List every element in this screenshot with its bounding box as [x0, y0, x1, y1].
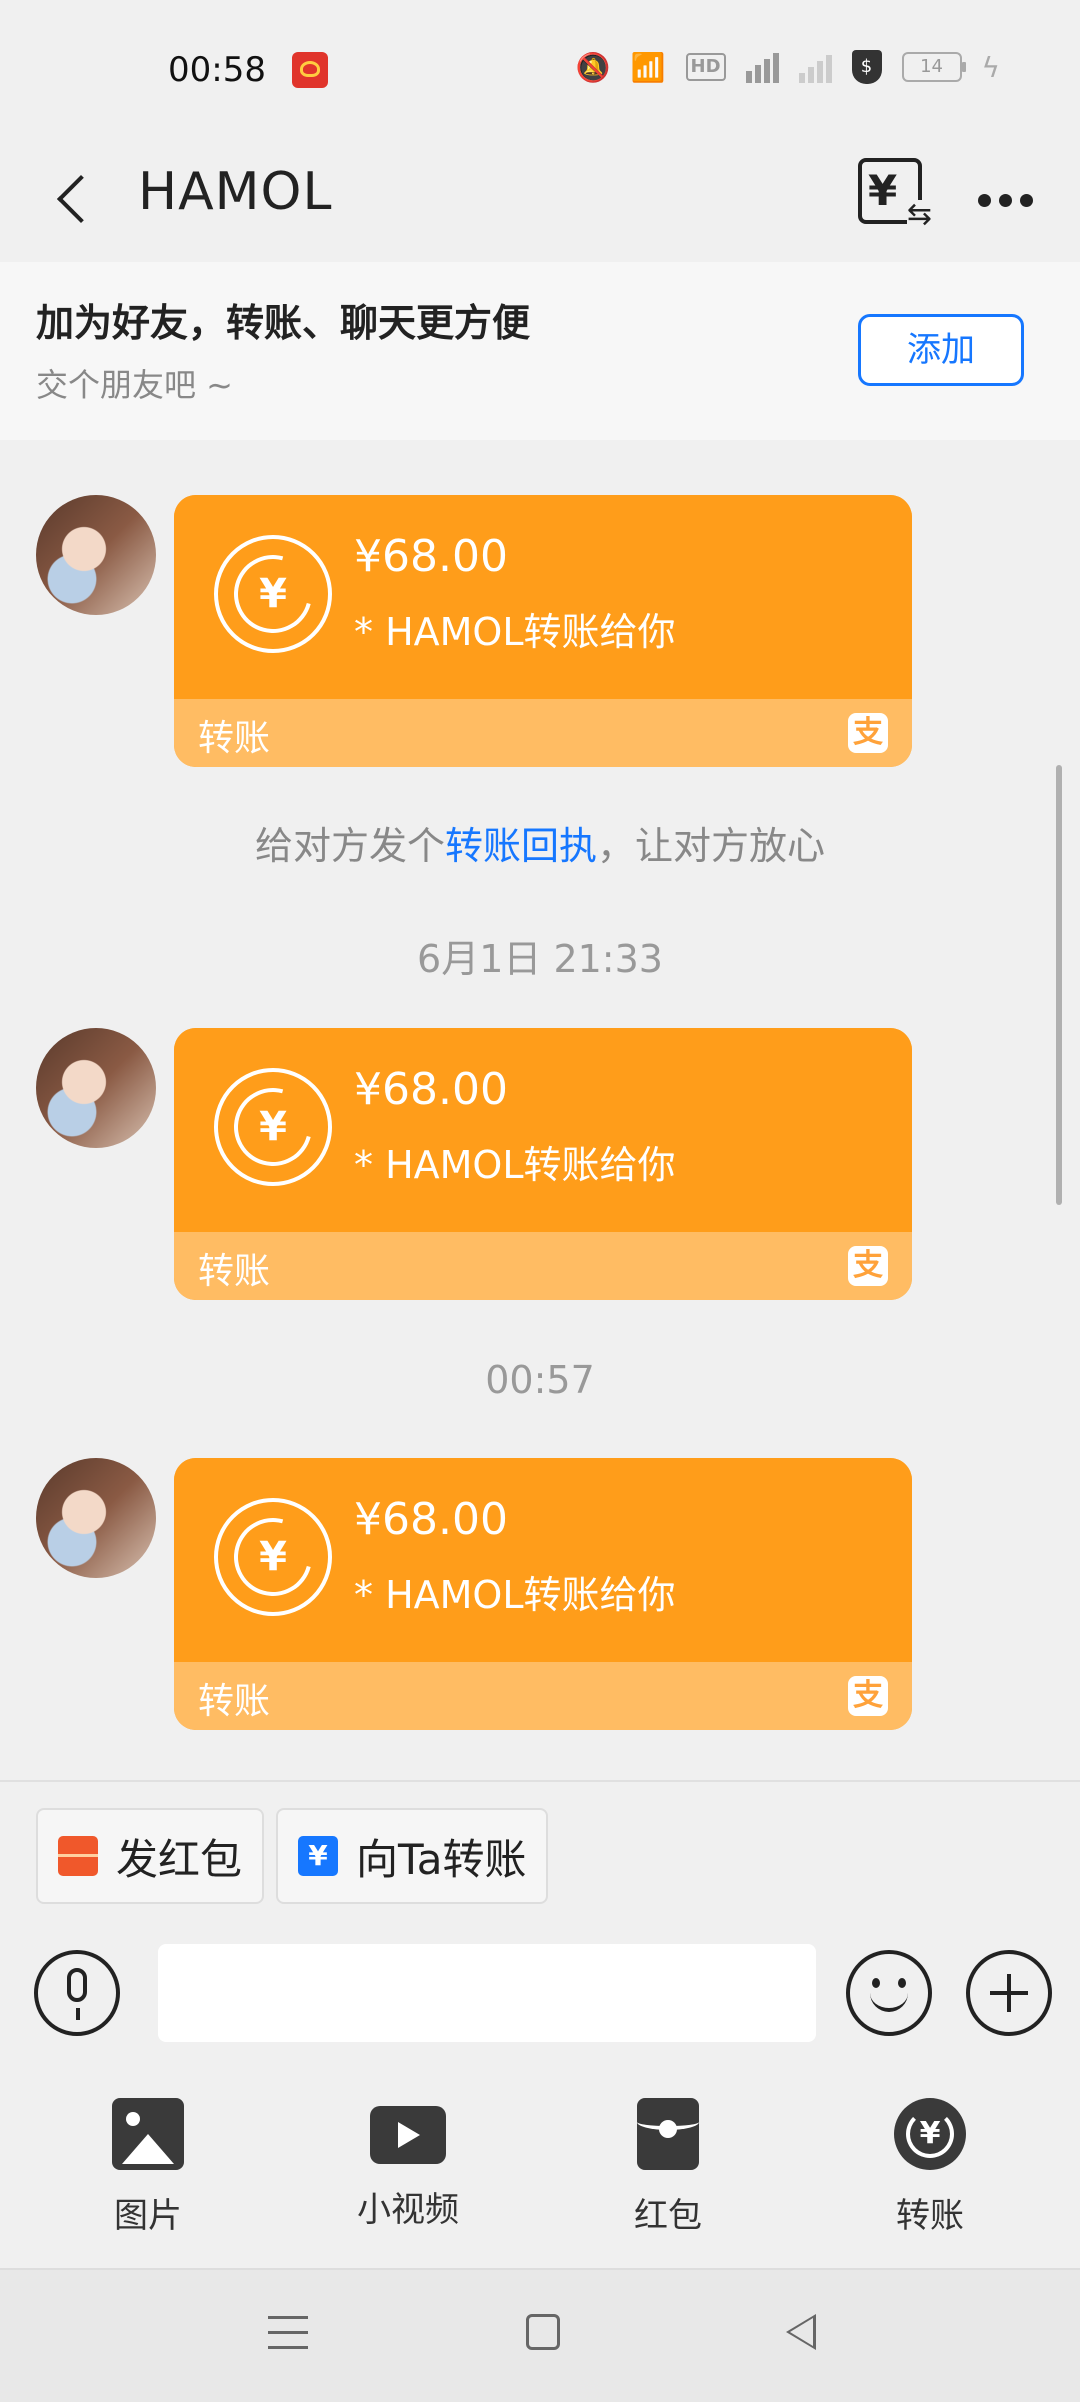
quick-actions: 发红包 ¥ 向Ta转账	[0, 1780, 1080, 1930]
receipt-hint: 给对方发个转账回执，让对方放心	[254, 824, 826, 868]
voice-input-button[interactable]	[34, 1950, 120, 2036]
wifi-icon: 📶	[630, 50, 666, 84]
alipay-icon: 支	[848, 713, 888, 753]
banner-subtitle: 交个朋友吧 ~	[36, 366, 233, 404]
tool-red-packet[interactable]: 红包	[578, 2098, 758, 2237]
tool-transfer[interactable]: 转账	[840, 2098, 1020, 2237]
security-shield-icon: $	[851, 50, 882, 84]
transfer-to-ta-button[interactable]: ¥ 向Ta转账	[276, 1808, 549, 1904]
add-friend-button[interactable]: 添加	[858, 314, 1024, 386]
red-packet-icon	[58, 1836, 98, 1876]
alipay-icon: 支	[848, 1676, 888, 1716]
transfer-icon: ¥	[214, 1498, 332, 1616]
system-icons: 🔕 📶 HD $ 14 ϟ	[576, 50, 1000, 84]
more-tools-button[interactable]	[966, 1950, 1052, 2036]
transfer-card[interactable]: ¥ ¥68.00 * HAMOL转账给你 转账 支	[174, 495, 912, 767]
input-row	[0, 1928, 1080, 2058]
system-back-button[interactable]	[786, 2314, 816, 2350]
tool-short-video[interactable]: 小视频	[318, 2098, 498, 2231]
signal-5g-icon	[745, 51, 779, 83]
signal-icon	[798, 51, 832, 83]
emoji-button[interactable]	[846, 1950, 932, 2036]
more-options-button[interactable]	[978, 180, 1038, 220]
video-icon	[370, 2106, 446, 2164]
red-packet-icon	[637, 2098, 699, 2170]
transfer-card[interactable]: ¥ ¥68.00 * HAMOL转账给你 转账 支	[174, 1028, 912, 1300]
transfer-icon	[894, 2098, 966, 2170]
alipay-icon: 支	[848, 1246, 888, 1286]
avatar[interactable]	[36, 1028, 156, 1148]
mute-icon: 🔕	[575, 50, 611, 84]
back-button[interactable]	[40, 160, 110, 240]
currency-exchange-button[interactable]: ¥	[858, 158, 932, 230]
home-button[interactable]	[526, 2314, 560, 2350]
status-bar: 00:58 🔕 📶 HD $ 14 ϟ	[0, 0, 1080, 140]
transfer-icon: ¥	[214, 1068, 332, 1186]
status-time: 00:58	[168, 50, 266, 90]
add-friend-banner: 加为好友，转账、聊天更方便 交个朋友吧 ~ 添加	[0, 262, 1080, 440]
transfer-description: * HAMOL转账给你	[354, 610, 676, 654]
avatar[interactable]	[36, 495, 156, 615]
transfer-label: 转账	[198, 1681, 271, 1722]
transfer-description: * HAMOL转账给你	[354, 1573, 676, 1617]
timestamp: 00:57	[485, 1358, 595, 1402]
hd-badge: HD	[685, 53, 726, 81]
banner-title: 加为好友，转账、聊天更方便	[36, 301, 531, 345]
transfer-icon: ¥	[214, 535, 332, 653]
chat-header: HAMOL ¥	[0, 140, 1080, 262]
send-red-packet-button[interactable]: 发红包	[36, 1808, 265, 1904]
transfer-yen-icon: ¥	[298, 1836, 338, 1876]
tool-panel: 图片 小视频 红包 转账	[0, 2058, 1080, 2268]
charging-icon: ϟ	[981, 50, 1000, 84]
transfer-receipt-link[interactable]: 转账回执	[445, 824, 597, 868]
recent-apps-button[interactable]	[268, 2316, 308, 2352]
transfer-label: 转账	[198, 718, 271, 759]
page-title: HAMOL	[138, 162, 333, 222]
transfer-label: 转账	[198, 1251, 271, 1292]
image-icon	[112, 2098, 184, 2170]
yen-icon: ¥	[868, 166, 898, 215]
timestamp: 6月1日 21:33	[417, 937, 663, 981]
transfer-amount: ¥68.00	[354, 531, 508, 582]
transfer-description: * HAMOL转账给你	[354, 1143, 676, 1187]
transfer-card[interactable]: ¥ ¥68.00 * HAMOL转账给你 转账 支	[174, 1458, 912, 1730]
chat-area[interactable]: ¥ ¥68.00 * HAMOL转账给你 转账 支 给对方发个转账回执，让对方放…	[0, 440, 1080, 1780]
tool-image[interactable]: 图片	[58, 2098, 238, 2237]
message-input[interactable]	[158, 1944, 816, 2042]
transfer-amount: ¥68.00	[354, 1064, 508, 1115]
transfer-amount: ¥68.00	[354, 1494, 508, 1545]
battery-icon: 14	[901, 52, 966, 82]
app-notification-icon	[292, 52, 328, 88]
system-nav-bar	[0, 2268, 1080, 2402]
avatar[interactable]	[36, 1458, 156, 1578]
